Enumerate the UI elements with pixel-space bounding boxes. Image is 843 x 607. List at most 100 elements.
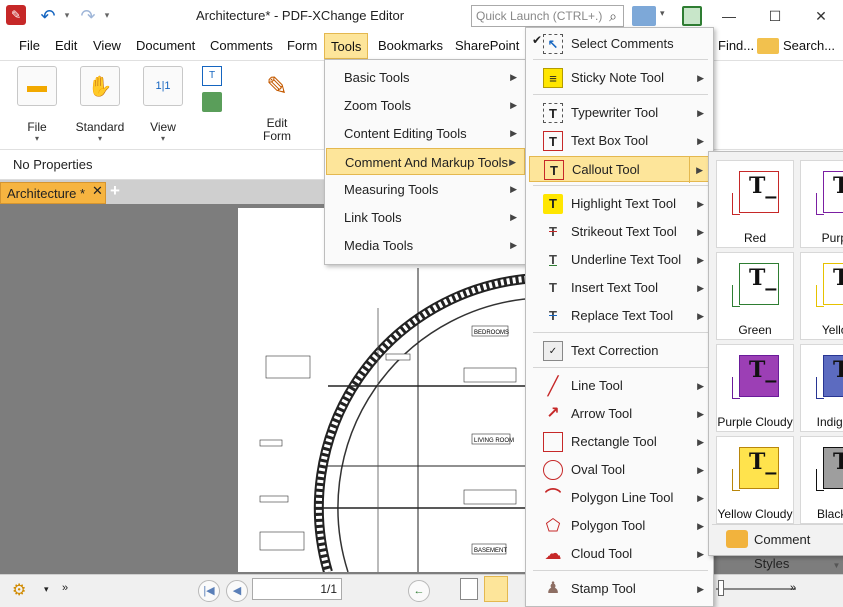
zoom-slider-handle[interactable] [718,580,724,596]
first-page-icon[interactable]: |◀ [198,580,220,602]
callout-style-purple-cloudy[interactable]: T_ Purple Cloudy [716,344,794,432]
page-number-input[interactable]: 1/1 [252,578,342,600]
callout-style-red[interactable]: T_ Red [716,160,794,248]
menu-file[interactable]: File [13,33,46,59]
submenu-arrow-icon: ▶ [697,283,704,293]
menu-item-label: Polygon Line Tool [571,490,674,505]
menu-form[interactable]: Form [281,33,323,59]
redo-icon[interactable]: ↷ [78,6,98,26]
menu-comments[interactable]: Comments [204,33,279,59]
tools-menu-comment-and-markup-tools[interactable]: Comment And Markup Tools ▶ [326,148,525,175]
submenu-arrow-icon: ▶ [697,493,704,503]
single-page-icon[interactable] [460,578,478,600]
tools-menu-content-editing-tools[interactable]: Content Editing Tools ▶ [326,120,525,147]
cloud-tool-item[interactable]: ☁ Cloud Tool ▶ [529,541,712,567]
tools-menu-link-tools[interactable]: Link Tools ▶ [326,204,525,231]
edit-form-button[interactable]: ✎ Edit Form [252,66,302,146]
ui-options-icon[interactable] [632,6,656,26]
insert-text-tool-item[interactable]: T Insert Text Tool ▶ [529,275,712,301]
tools-menu-media-tools[interactable]: Media Tools ▶ [326,232,525,259]
tools-menu-zoom-tools[interactable]: Zoom Tools ▶ [326,92,525,119]
search-button[interactable]: Search... [777,33,841,59]
polygon-tool-item[interactable]: ⬠ Polygon Tool ▶ [529,513,712,539]
app-logo-icon[interactable]: ✎ [6,5,26,25]
gear-icon[interactable]: ⚙ [12,580,26,600]
text-box-tool-item[interactable]: T Text Box Tool ▶ [529,128,712,154]
callout-text-icon: T_ [749,449,777,475]
rectangle-tool-item[interactable]: Rectangle Tool ▶ [529,429,712,455]
form-field-icon[interactable]: T [202,66,222,86]
back-icon[interactable]: ← [408,580,430,602]
strikeout-text-tool-item[interactable]: T Strikeout Text Tool ▶ [529,219,712,245]
menu-view[interactable]: View [87,33,127,59]
ui-options-dropdown-icon[interactable]: ▾ [660,8,665,19]
add-tab-button[interactable]: + [110,181,120,201]
search-icon[interactable]: ⌕ [602,5,624,27]
submenu-arrow-icon: ▶ [697,465,704,475]
stamp-tool-item[interactable]: ♟ Stamp Tool ▶ [529,576,712,602]
separator [533,367,708,368]
replace-text-tool-item[interactable]: T Replace Text Tool ▶ [529,303,712,329]
highlight-icon: T [543,194,563,214]
standard-tool-button[interactable]: ✋ Standard ▾ [74,66,126,146]
view-button[interactable]: 1|1 View ▾ [140,66,186,146]
image-icon[interactable] [202,92,222,112]
menu-item-label: Insert Text Tool [571,280,658,295]
close-icon[interactable]: ✕ [92,183,103,199]
expand-icon[interactable]: » [790,582,796,594]
tab-architecture[interactable]: Architecture * [0,182,106,204]
tools-menu-basic-tools[interactable]: Basic Tools ▶ [326,64,525,91]
undo-dropdown-icon[interactable]: ▾ [62,8,72,22]
callout-style-black-cl[interactable]: T_ Black Cl [800,436,843,524]
callout-style-indigo-c[interactable]: T_ Indigo C [800,344,843,432]
submenu-arrow-icon: ▶ [697,255,704,265]
callout-style-purple[interactable]: T_ Purple [800,160,843,248]
menu-item-label: Arrow Tool [571,406,633,421]
continuous-page-icon[interactable] [484,576,508,602]
polygon-line-icon: ⌒ [544,489,561,506]
menu-tools[interactable]: Tools [324,33,369,59]
undo-icon[interactable]: ↶ [38,6,58,26]
typewriter-tool-item[interactable]: T Typewriter Tool ▶ [529,100,712,126]
fullscreen-icon[interactable] [682,6,702,26]
menu-bookmarks[interactable]: Bookmarks [372,33,449,59]
submenu-arrow-icon: ▶ [509,157,516,167]
callout-tool-item[interactable]: T Callout Tool ▶ [529,156,712,183]
select-comments-item[interactable]: ↖ Select Comments [529,31,712,57]
callout-style-yellow[interactable]: T_ Yellow [800,252,843,340]
find-button[interactable]: Find... [712,33,760,59]
highlight-text-tool-item[interactable]: T Highlight Text Tool ▶ [529,191,712,217]
close-button[interactable]: ✕ [798,0,843,32]
maximize-button[interactable]: ☐ [752,0,798,32]
scroll-down-icon[interactable]: ▼ [830,558,843,574]
submenu-arrow-icon: ▶ [697,199,704,209]
chevron-down-icon[interactable]: ▾ [44,584,49,595]
submenu-arrow-icon: ▶ [697,108,704,118]
zoom-slider[interactable] [716,588,796,590]
submenu-arrow-icon: ▶ [510,184,517,194]
arrow-tool-item[interactable]: ↗ Arrow Tool ▶ [529,401,712,427]
underline-text-tool-item[interactable]: T Underline Text Tool ▶ [529,247,712,273]
text-correction-item[interactable]: ✓ Text Correction [529,338,712,364]
sticky-note-tool-item[interactable]: ≡ Sticky Note Tool ▶ [529,65,712,91]
previous-page-icon[interactable]: ◀ [226,580,248,602]
chevron-down-icon: ▾ [160,134,165,143]
oval-tool-item[interactable]: Oval Tool ▶ [529,457,712,483]
menu-sharepoint[interactable]: SharePoint [449,33,525,59]
submenu-arrow-icon: ▶ [510,212,517,222]
expand-icon[interactable]: » [62,582,68,594]
line-tool-item[interactable]: ╱ Line Tool ▶ [529,373,712,399]
polygon-line-tool-item[interactable]: ⌒ Polygon Line Tool ▶ [529,485,712,511]
menu-edit[interactable]: Edit [49,33,83,59]
menu-item-label: Replace Text Tool [571,308,674,323]
menu-document[interactable]: Document [130,33,201,59]
redo-dropdown-icon[interactable]: ▾ [102,8,112,22]
tools-menu-measuring-tools[interactable]: Measuring Tools ▶ [326,176,525,203]
submenu-arrow-icon: ▶ [697,227,704,237]
stamp-icon: ♟ [545,580,561,597]
separator [533,59,708,60]
callout-style-green[interactable]: T_ Green [716,252,794,340]
file-button[interactable]: ▬ File ▾ [14,66,60,146]
comment-styles-button[interactable]: Comment Styles [718,528,843,571]
callout-style-yellow-cloudy[interactable]: T_ Yellow Cloudy [716,436,794,524]
